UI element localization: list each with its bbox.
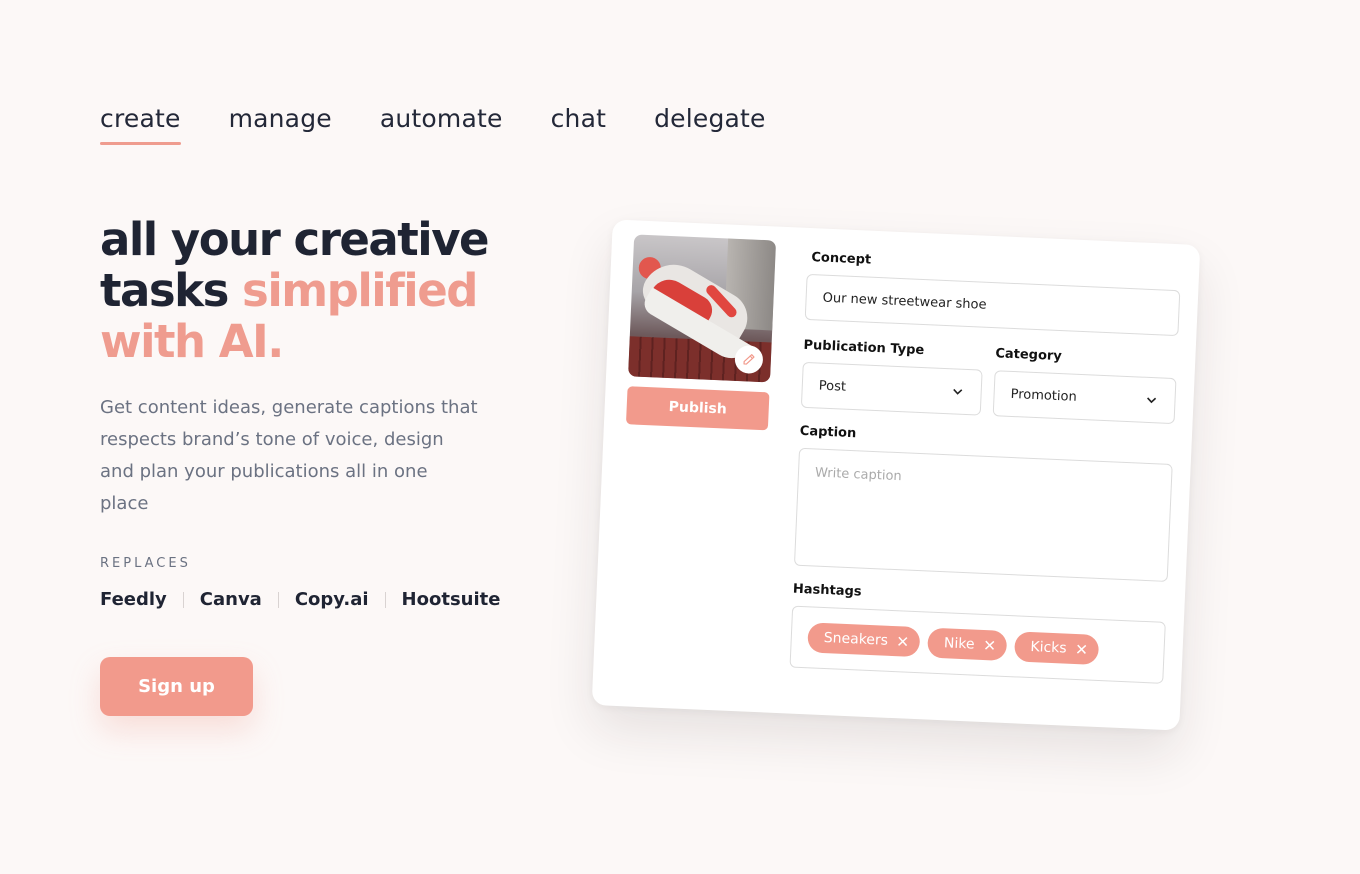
hashtag-chip: Kicks [1013,631,1100,665]
close-icon[interactable] [898,636,908,647]
concept-input[interactable] [804,273,1181,337]
tab-create[interactable]: create [100,104,181,145]
product-image [628,234,777,383]
caption-label: Caption [799,423,857,442]
hashtag-label: Nike [943,635,975,653]
replaces-list: Feedly Canva Copy.ai Hootsuite [100,589,500,610]
hashtag-chip: Nike [927,627,1008,661]
tab-manage[interactable]: manage [229,104,332,145]
hero-headline: all your creative tasks simplified with … [100,214,540,367]
signup-button[interactable]: Sign up [100,657,253,716]
landing-page: create manage automate chat delegate all… [0,0,1360,874]
chevron-down-icon [1144,393,1159,408]
close-icon[interactable] [984,640,995,650]
chevron-down-icon [950,384,965,399]
caption-textarea[interactable] [793,447,1173,582]
replaces-label: REPLACES [100,556,191,571]
replaces-item-hootsuite: Hootsuite [401,589,501,610]
publication-card: Publish Concept Publication Type Post Ca… [591,219,1201,731]
publish-button[interactable]: Publish [625,386,770,431]
tab-automate[interactable]: automate [380,104,503,145]
hero-subtitle: Get content ideas, generate captions tha… [100,397,478,514]
category-select[interactable]: Promotion [992,370,1177,425]
pencil-icon [743,354,755,365]
category-label: Category [995,346,1063,365]
divider [182,591,184,608]
hashtag-chip: Sneakers [807,622,921,658]
category-value: Promotion [1010,386,1078,405]
hashtags-field[interactable]: Sneakers Nike Kicks [789,605,1166,684]
replaces-item-feedly: Feedly [100,589,167,610]
replaces-item-canva: Canva [199,589,262,610]
publication-type-select[interactable]: Post [800,361,983,416]
feature-tabs: create manage automate chat delegate [100,104,766,145]
divider [384,591,386,608]
hashtag-label: Kicks [1030,639,1067,657]
replaces-item-copyai: Copy.ai [294,589,369,610]
divider [277,591,279,608]
hashtags-label: Hashtags [792,581,862,600]
publication-type-label: Publication Type [803,337,925,359]
concept-label: Concept [811,250,872,268]
tab-delegate[interactable]: delegate [654,104,766,145]
hashtag-label: Sneakers [823,630,889,649]
close-icon[interactable] [1076,644,1087,654]
tab-chat[interactable]: chat [551,104,607,145]
publication-type-value: Post [818,378,847,395]
